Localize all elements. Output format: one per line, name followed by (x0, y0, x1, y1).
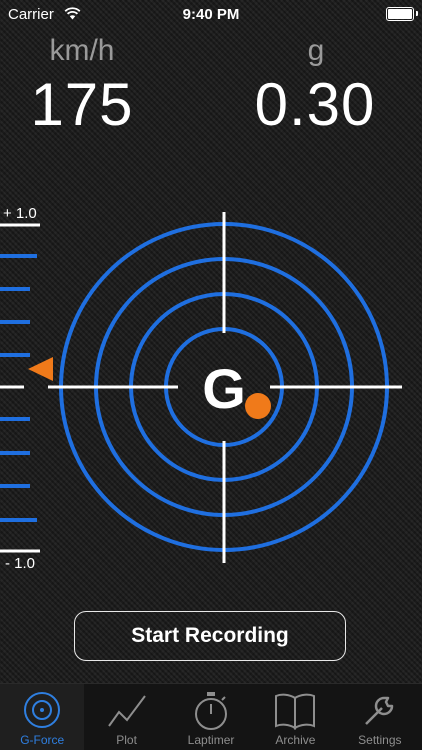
tab-label: Plot (116, 733, 137, 747)
stopwatch-icon (195, 692, 228, 730)
speed-value: 175 (30, 71, 134, 138)
status-time: 9:40 PM (182, 6, 240, 23)
scale-bottom-label: - 1.0 (5, 555, 36, 572)
tab-plot[interactable]: Plot (84, 684, 168, 750)
g-force-gauge: G (0, 212, 402, 563)
tab-label: Archive (275, 733, 316, 747)
speed-unit-label: km/h (49, 34, 115, 67)
tab-bar: G-Force Plot Laptimer Archive Settings (0, 683, 422, 750)
lateral-g-marker (28, 357, 53, 381)
scale-top-label: + 1.0 (3, 205, 37, 222)
target-icon (24, 692, 61, 728)
tab-label: Laptimer (187, 733, 235, 747)
gauge-center-label: G (202, 357, 246, 420)
plot-icon (107, 695, 146, 727)
lateral-scale (0, 223, 40, 553)
status-bar: Carrier 9:40 PM (0, 0, 422, 30)
battery-icon (386, 7, 418, 21)
tab-g-force[interactable]: G-Force (0, 684, 85, 750)
gforce-unit-label: g (307, 34, 325, 67)
g-force-marker (245, 393, 271, 419)
tab-archive[interactable]: Archive (253, 684, 337, 750)
tab-settings[interactable]: Settings (338, 684, 422, 750)
tab-label: Settings (358, 733, 402, 747)
tab-label: G-Force (20, 733, 65, 747)
wrench-icon (364, 696, 394, 725)
start-recording-button[interactable]: Start Recording (74, 611, 346, 661)
book-icon (275, 693, 316, 730)
tab-laptimer[interactable]: Laptimer (169, 684, 253, 750)
gforce-value: 0.30 (254, 71, 376, 138)
